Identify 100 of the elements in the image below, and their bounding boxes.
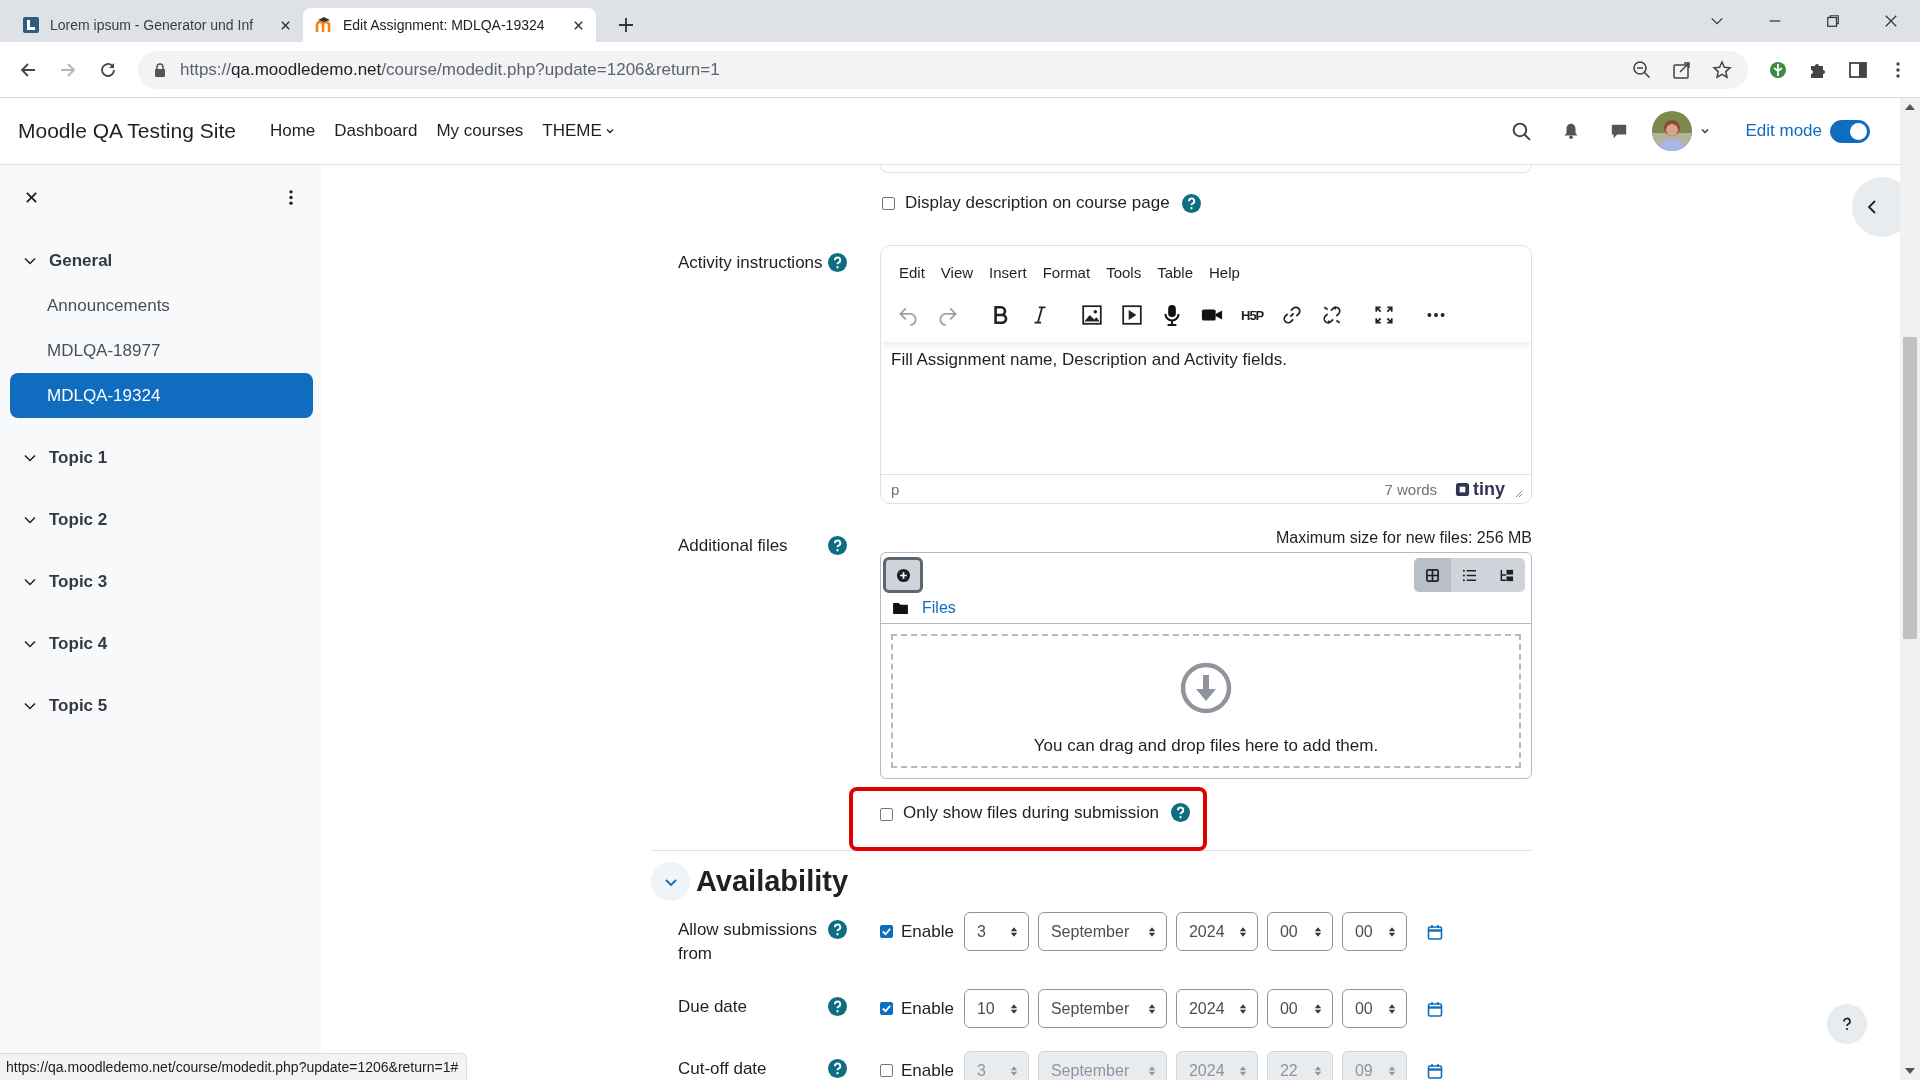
help-icon[interactable] <box>1171 803 1191 822</box>
checkbox[interactable] <box>880 808 893 821</box>
minute-select[interactable]: 00 <box>1341 989 1407 1028</box>
calendar-icon[interactable] <box>1426 1062 1443 1079</box>
plus-icon[interactable] <box>618 17 634 33</box>
help-icon[interactable] <box>1181 193 1201 213</box>
menu-item[interactable]: Table <box>1149 263 1202 281</box>
section-link[interactable]: Topic 4 <box>49 634 108 654</box>
search-icon[interactable] <box>1511 120 1533 142</box>
checkbox[interactable] <box>882 196 895 210</box>
year-select[interactable]: 2024 <box>1175 989 1258 1028</box>
zoom-out-icon[interactable] <box>1632 59 1652 80</box>
course-index-item[interactable]: MDLQA-18977 <box>10 328 313 373</box>
menu-item[interactable]: Edit <box>891 263 933 281</box>
section-link[interactable]: Topic 3 <box>49 572 108 592</box>
image-icon[interactable] <box>1081 304 1103 326</box>
help-icon[interactable] <box>828 997 847 1016</box>
course-index-item[interactable]: Announcements <box>10 283 313 328</box>
section-link[interactable]: Topic 2 <box>49 510 108 530</box>
day-select[interactable]: 10 <box>963 989 1029 1028</box>
folder-link[interactable]: Files <box>922 599 956 617</box>
updown-icon <box>1313 1064 1322 1077</box>
hour-select[interactable]: 00 <box>1266 912 1333 951</box>
add-file-button[interactable] <box>883 557 923 593</box>
updown-icon <box>1313 1002 1322 1015</box>
caret-icon <box>604 126 615 136</box>
checkbox-label: Enable <box>901 1060 954 1080</box>
h5p-button[interactable]: H5P <box>1241 307 1264 323</box>
close-icon[interactable] <box>1884 14 1898 28</box>
section-link[interactable]: Topic 1 <box>49 448 108 468</box>
nav-dropdown[interactable]: THEME <box>542 121 615 141</box>
browser-tab[interactable]: Edit Assignment: MDLQA-19324 <box>303 8 596 42</box>
tree-view-button[interactable] <box>1488 558 1525 592</box>
nav-link[interactable]: Dashboard <box>334 121 418 141</box>
scrollbar-thumb[interactable] <box>1903 337 1917 639</box>
restore-icon[interactable] <box>1826 14 1840 28</box>
link-icon[interactable] <box>1281 304 1304 326</box>
day-select[interactable]: 3 <box>963 912 1029 951</box>
updown-icon <box>1009 925 1018 938</box>
play-icon[interactable] <box>1121 304 1143 326</box>
chat-icon[interactable] <box>1610 122 1629 140</box>
grid-icon <box>1425 567 1440 583</box>
year-select[interactable]: 2024 <box>1175 912 1258 951</box>
help-button[interactable] <box>1827 1004 1867 1044</box>
hour-select[interactable]: 00 <box>1266 989 1333 1028</box>
address-field[interactable]: https://qa.moodledemo.net/course/modedit.php?update=1206&return=1 <box>138 50 1748 89</box>
square-l-icon <box>22 16 40 34</box>
scroll-up-icon[interactable] <box>1905 104 1915 110</box>
grid-view-button[interactable] <box>1414 558 1451 592</box>
help-icon[interactable] <box>828 920 847 939</box>
edit-mode-toggle[interactable] <box>1830 119 1870 143</box>
drop-zone[interactable]: You can drag and drop files here to add them. <box>891 634 1521 768</box>
close-icon[interactable] <box>573 19 584 31</box>
calendar-icon[interactable] <box>1426 923 1443 940</box>
menu-item[interactable]: Format <box>1034 263 1099 281</box>
section-link[interactable]: Topic 5 <box>49 696 108 716</box>
checkbox[interactable] <box>880 1002 893 1015</box>
plus-circle-icon <box>895 567 911 583</box>
kebab-menu-icon[interactable] <box>288 188 294 206</box>
month-select[interactable]: September <box>1037 989 1167 1028</box>
menu-item[interactable]: Insert <box>981 263 1035 281</box>
url-text: https://qa.moodledemo.net/course/modedit.php?update=1206&return=1 <box>180 59 720 80</box>
caret-icon[interactable] <box>1700 126 1711 136</box>
course-index-item[interactable]: MDLQA-19324 <box>10 373 313 418</box>
nav-link[interactable]: My courses <box>436 121 524 141</box>
close-icon[interactable] <box>25 190 38 204</box>
menu-item[interactable]: Tools <box>1098 263 1150 281</box>
drawer-toggle-button[interactable] <box>1852 177 1900 237</box>
site-name[interactable]: Moodle QA Testing Site <box>18 119 236 143</box>
help-icon[interactable] <box>828 1059 847 1078</box>
shield-icon[interactable] <box>1768 59 1788 80</box>
minute-select[interactable]: 00 <box>1341 912 1407 951</box>
close-icon[interactable] <box>280 19 291 31</box>
list-view-button[interactable] <box>1451 558 1488 592</box>
updown-icon <box>1238 1064 1247 1077</box>
edit-mode-label: Edit mode <box>1745 121 1822 141</box>
help-icon[interactable] <box>828 253 847 272</box>
checkbox[interactable] <box>880 925 893 938</box>
brand-name[interactable]: tiny <box>1473 478 1505 500</box>
star-icon[interactable] <box>1712 59 1732 80</box>
checkbox-label: Enable <box>901 998 954 1019</box>
scroll-down-icon[interactable] <box>1905 1068 1915 1074</box>
month-select[interactable]: September <box>1037 912 1167 951</box>
scrollbar-track[interactable] <box>1900 98 1920 1080</box>
field-label: Allow submissions from <box>678 919 818 965</box>
help-icon[interactable] <box>828 536 847 555</box>
menu-item[interactable]: View <box>932 263 982 281</box>
calendar-icon[interactable] <box>1426 1000 1443 1017</box>
fullscreen-icon[interactable] <box>1373 304 1396 326</box>
element-path[interactable]: p <box>891 480 900 498</box>
resize-handle-icon[interactable] <box>1513 488 1523 498</box>
editor-text[interactable]: Fill Assignment name, Description and Activity fields. <box>891 350 1287 369</box>
nav-link[interactable]: Home <box>269 121 316 141</box>
section-link[interactable]: General <box>49 251 113 271</box>
menu-item[interactable]: Help <box>1201 263 1248 281</box>
side-panel-icon[interactable] <box>1848 59 1868 80</box>
share-icon[interactable] <box>1672 59 1692 80</box>
word-count[interactable]: 7 words <box>1384 480 1437 498</box>
browser-tab[interactable]: Lorem ipsum - Generator und Inf <box>10 8 303 42</box>
checkbox[interactable] <box>880 1064 893 1077</box>
